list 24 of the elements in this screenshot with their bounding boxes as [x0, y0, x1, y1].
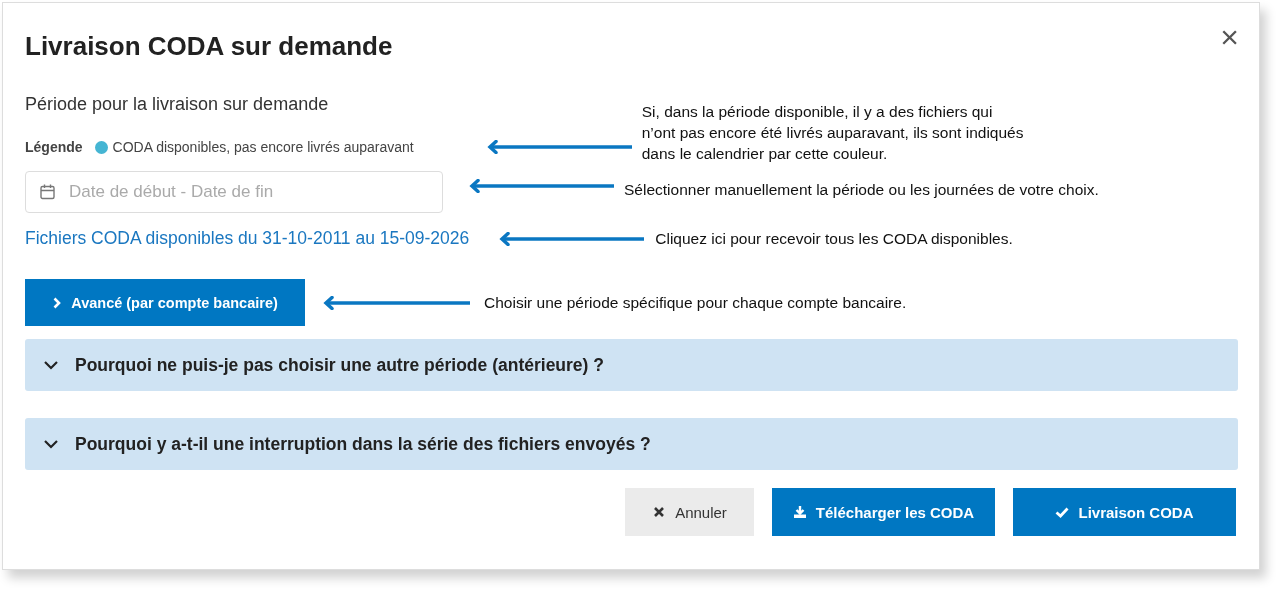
available-files-link[interactable]: Fichiers CODA disponibles du 31-10-2011 au 15-09-2026 [25, 228, 470, 249]
legend-text: CODA disponibles, pas encore livrés auparavant [112, 139, 414, 155]
download-button[interactable]: Télécharger les CODA [772, 488, 995, 536]
deliver-button[interactable]: Livraison CODA [1013, 488, 1236, 536]
dialog-title: Livraison CODA sur demande [25, 31, 393, 61]
date-range-field[interactable]: Date de début - Date de fin [25, 171, 443, 213]
annotation: Cliquez ici pour recevoir tous les CODA disponibles. [655, 229, 1013, 249]
chevron-right-icon [52, 296, 63, 309]
close-button[interactable]: × [1220, 21, 1239, 53]
close-icon [652, 505, 667, 519]
chevron-down-icon [43, 439, 59, 449]
annotation: Si, dans la période disponible, il y a des fichiers qui n’ont pas encore été livrés auparavant, ils sont indiqués dans le calendrier par cette couleur. [641, 101, 1025, 164]
section-title: Période pour la livraison sur demande [25, 93, 329, 116]
advanced-button[interactable]: Avancé (par compte bancaire) [25, 279, 305, 326]
legend-label: Légende [25, 139, 83, 155]
calendar-icon [40, 184, 55, 200]
accordion-header[interactable]: Pourquoi y a-t-il une interruption dans la série des fichiers envoyés ? [25, 418, 1238, 470]
annotation: Choisir une période spécifique pour chaque compte bancaire. [484, 293, 907, 313]
download-icon [792, 505, 807, 519]
annotation: Sélectionner manuellement la période ou les journées de votre choix. [624, 180, 1099, 200]
check-icon [1055, 505, 1070, 519]
chevron-down-icon [43, 360, 59, 370]
cancel-button[interactable]: Annuler [625, 488, 754, 536]
accordion-header[interactable]: Pourquoi ne puis-je pas choisir une autre période (antérieure) ? [25, 339, 1238, 391]
